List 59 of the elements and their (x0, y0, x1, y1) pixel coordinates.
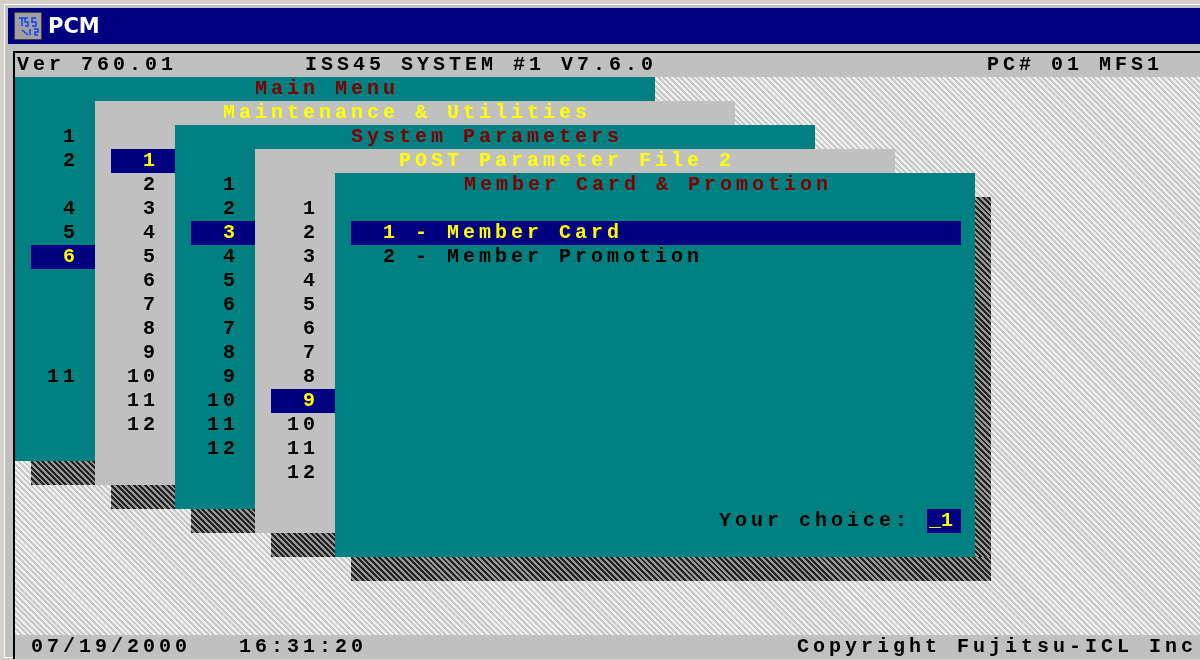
menu-number[interactable]: 7 (111, 293, 175, 317)
menu-number[interactable]: 3 (191, 221, 255, 245)
window-title: PCM (48, 14, 100, 38)
station-text: PC# 01 MFS1 (986, 53, 1163, 77)
choice-label: Your choice: (718, 509, 911, 533)
date-text: 07/19/2000 (31, 635, 192, 659)
menu-number[interactable]: 8 (271, 365, 335, 389)
menu-number[interactable]: 1 (31, 125, 95, 149)
app-icon (14, 12, 42, 40)
menu-title: System Parameters (350, 125, 624, 149)
menu-number[interactable]: 2 (31, 149, 95, 173)
menu-number[interactable]: 6 (31, 245, 95, 269)
menu-number[interactable]: 5 (31, 221, 95, 245)
menu-number[interactable]: 3 (111, 197, 175, 221)
menu-number[interactable]: 9 (111, 341, 175, 365)
menu-option[interactable]: 2 - Member Promotion (351, 245, 961, 269)
menu-title: Member Card & Promotion (463, 173, 833, 197)
menu-number[interactable]: 5 (271, 293, 335, 317)
menu-number[interactable]: 12 (191, 437, 255, 461)
menu-number[interactable]: 12 (111, 413, 175, 437)
menu-number[interactable]: 11 (271, 437, 335, 461)
menu-number[interactable]: 11 (111, 389, 175, 413)
menu-number[interactable]: 9 (191, 365, 255, 389)
menu-number[interactable]: 5 (191, 269, 255, 293)
menu-number[interactable]: 7 (191, 317, 255, 341)
menu-number[interactable]: 10 (191, 389, 255, 413)
copyright-text: Copyright Fujitsu-ICL Inc (796, 635, 1197, 659)
menu-number[interactable]: 6 (191, 293, 255, 317)
menu-number[interactable]: 4 (111, 221, 175, 245)
menu-number[interactable]: 2 (271, 221, 335, 245)
menu-number[interactable]: 10 (111, 365, 175, 389)
time-text: 16:31:20 (239, 635, 368, 659)
menu-number[interactable]: 2 (111, 173, 175, 197)
menu-number[interactable]: 10 (271, 413, 335, 437)
system-text: ISS45 SYSTEM #1 V7.6.0 (305, 53, 658, 77)
menu-number[interactable]: 11 (31, 365, 95, 389)
menu-title: Main Menu (255, 77, 400, 101)
menu-number[interactable]: 6 (111, 269, 175, 293)
menu-number[interactable]: 4 (271, 269, 335, 293)
menu-title: POST Parameter File 2 (398, 149, 736, 173)
menu-option[interactable]: 1 - Member Card (351, 221, 961, 245)
menu-number[interactable]: 1 (111, 149, 175, 173)
menu-number[interactable]: 6 (271, 317, 335, 341)
menu-number[interactable]: 9 (271, 389, 335, 413)
menu-number[interactable]: 8 (191, 341, 255, 365)
menu-number[interactable]: 11 (191, 413, 255, 437)
menu-number[interactable]: 2 (191, 197, 255, 221)
menu-number[interactable]: 5 (111, 245, 175, 269)
menu-number[interactable]: 1 (191, 173, 255, 197)
menu-number[interactable]: 7 (271, 341, 335, 365)
menu-title: Maintenance & Utilities (222, 101, 592, 125)
menu-number[interactable]: 1 (271, 197, 335, 221)
menu-number[interactable]: 3 (271, 245, 335, 269)
menu-number[interactable]: 12 (271, 461, 335, 485)
menu-number[interactable]: 8 (111, 317, 175, 341)
menu-number[interactable]: 4 (191, 245, 255, 269)
choice-field[interactable]: _1 (927, 509, 961, 533)
version-text: Ver 760.01 (17, 53, 178, 77)
menu-number[interactable]: 4 (31, 197, 95, 221)
